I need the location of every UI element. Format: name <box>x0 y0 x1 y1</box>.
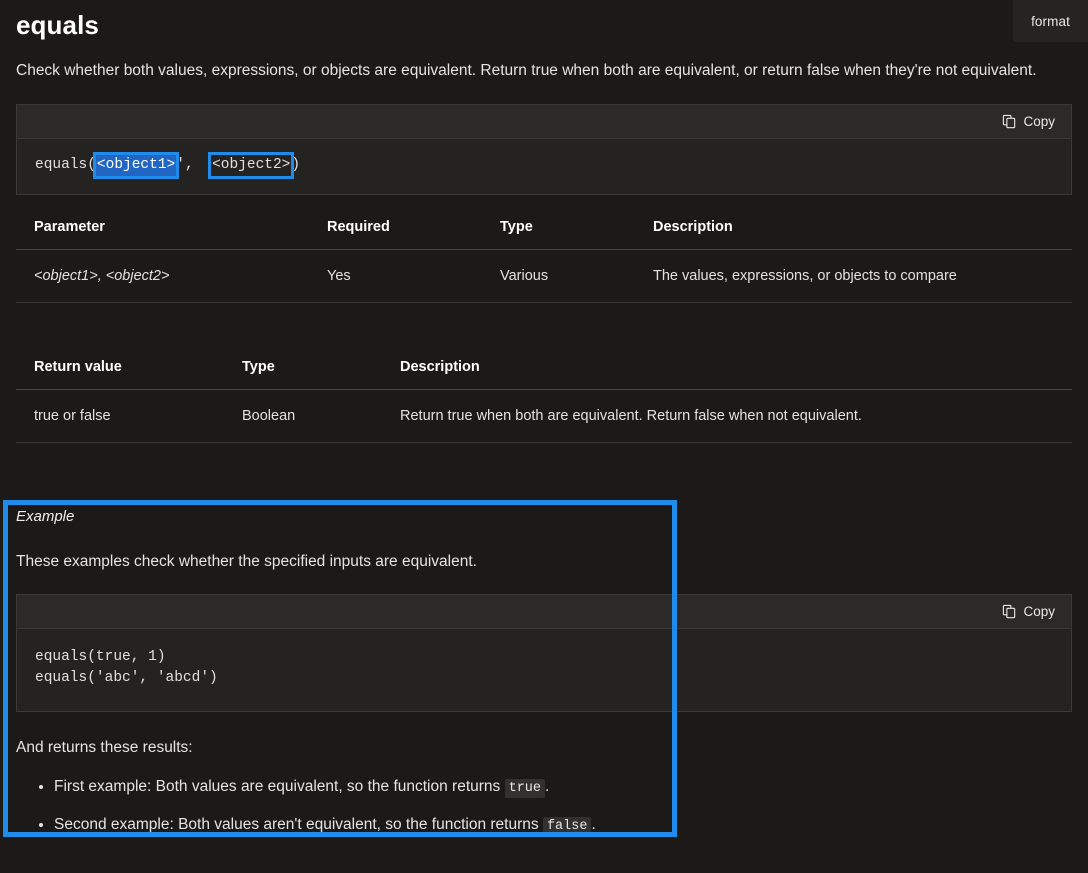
example-results-lead: And returns these results: <box>16 736 1072 760</box>
signature-token-object1[interactable]: <object1> <box>96 155 176 176</box>
example-code-text: equals(true, 1) equals('abc', 'abcd') <box>17 629 1071 711</box>
return-value-table: Return value Type Description true or fa… <box>16 345 1072 443</box>
table-spacer <box>16 303 1072 335</box>
copy-button-label: Copy <box>1023 604 1055 619</box>
parameter-table-header-row: Parameter Required Type Description <box>16 205 1072 250</box>
example-code-block: Copy equals(true, 1) equals('abc', 'abcd… <box>16 594 1072 712</box>
parameter-table-header-parameter: Parameter <box>16 205 309 250</box>
doc-content: equals Check whether both values, expres… <box>16 0 1072 443</box>
parameter-table-header-required: Required <box>309 205 482 250</box>
copy-icon <box>1002 114 1017 129</box>
parameter-table: Parameter Required Type Description <obj… <box>16 205 1072 303</box>
list-item: Second example: Both values aren't equiv… <box>54 812 1072 839</box>
result-suffix-1: . <box>545 778 549 795</box>
return-cell-description: Return true when both are equivalent. Re… <box>382 390 1072 443</box>
intro-paragraph: Check whether both values, expressions, … <box>16 58 1072 84</box>
copy-button-example[interactable]: Copy <box>992 596 1067 627</box>
parameter-cell-name: <object1>, <object2> <box>16 250 309 303</box>
parameter-cell-type: Various <box>482 250 635 303</box>
example-code-line-1: equals(true, 1) <box>35 649 166 665</box>
signature-prefix: equals( <box>35 157 96 173</box>
parameter-cell-required: Yes <box>309 250 482 303</box>
parameter-table-header-description: Description <box>635 205 1072 250</box>
table-row: <object1>, <object2> Yes Various The val… <box>16 250 1072 303</box>
copy-button-label: Copy <box>1023 114 1055 129</box>
signature-suffix: ) <box>291 157 300 173</box>
signature-code-block: Copy equals(<object1>', <object2>) <box>16 104 1072 195</box>
table-row: true or false Boolean Return true when b… <box>16 390 1072 443</box>
return-table-header-row: Return value Type Description <box>16 345 1072 390</box>
list-item: First example: Both values are equivalen… <box>54 774 1072 801</box>
return-cell-value: true or false <box>16 390 224 443</box>
example-intro: These examples check whether the specifi… <box>16 550 1072 574</box>
example-section: Example These examples check whether the… <box>16 506 1072 850</box>
result-text-1: First example: Both values are equivalen… <box>54 778 505 795</box>
example-code-header: Copy <box>17 595 1071 629</box>
page-title: equals <box>16 0 1072 42</box>
example-code-line-2: equals('abc', 'abcd') <box>35 670 218 686</box>
copy-icon <box>1002 604 1017 619</box>
result-suffix-2: . <box>591 816 595 833</box>
parameter-table-header-type: Type <box>482 205 635 250</box>
signature-token-object2[interactable]: <object2> <box>211 155 291 176</box>
return-table-header-value: Return value <box>16 345 224 390</box>
return-table-header-description: Description <box>382 345 1072 390</box>
parameter-cell-description: The values, expressions, or objects to c… <box>635 250 1072 303</box>
return-cell-type: Boolean <box>224 390 382 443</box>
result-code-2: false <box>543 817 592 836</box>
return-table-header-type: Type <box>224 345 382 390</box>
result-text-2: Second example: Both values aren't equiv… <box>54 816 543 833</box>
documentation-page: format equals Check whether both values,… <box>0 0 1088 873</box>
signature-code-text: equals(<object1>', <object2>) <box>17 139 1071 194</box>
signature-code-header: Copy <box>17 105 1071 139</box>
example-results-list: First example: Both values are equivalen… <box>16 774 1072 839</box>
signature-middle: ', <box>176 157 211 173</box>
example-label: Example <box>16 506 1072 528</box>
copy-button-signature[interactable]: Copy <box>992 106 1067 137</box>
result-code-1: true <box>505 779 545 798</box>
